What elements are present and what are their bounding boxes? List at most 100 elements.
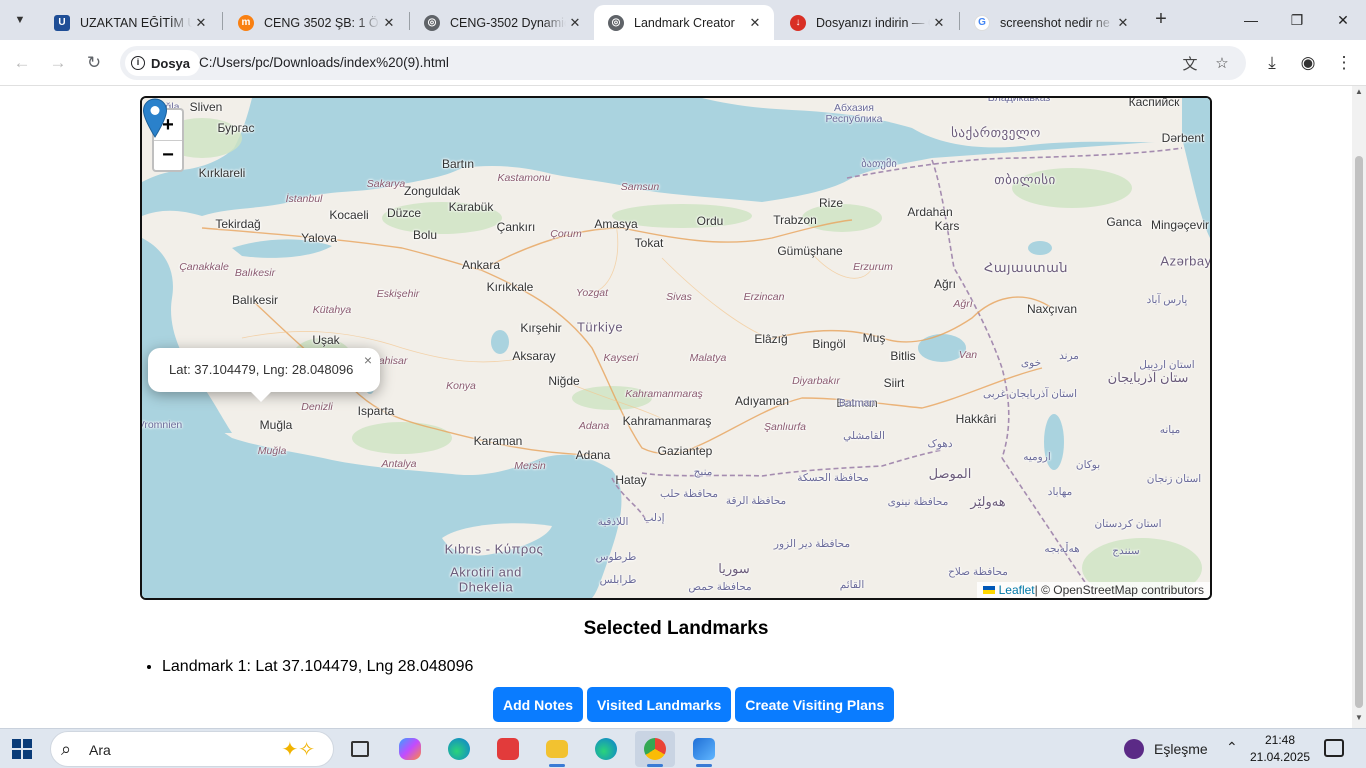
scroll-up-arrow-icon[interactable]: ▲: [1355, 88, 1363, 96]
map-label-prov: Malatya: [689, 352, 727, 364]
search-icon: ⌕: [61, 739, 72, 759]
visited-landmarks-button[interactable]: Visited Landmarks: [587, 687, 732, 722]
map-label-sea: میانه: [1159, 424, 1181, 436]
close-tab-icon[interactable]: ✕: [380, 15, 398, 31]
map-label-sea: محافظة الحسكة: [797, 472, 869, 484]
menu-kebab-icon[interactable]: ⋮: [1331, 50, 1357, 76]
minimize-window-icon[interactable]: —: [1228, 0, 1274, 40]
search-placeholder: Ara: [89, 742, 111, 758]
map-label-prov: Çanakkale: [179, 261, 229, 273]
map-label-sea: القائم: [839, 579, 865, 591]
map-label-prov: İstanbul: [285, 193, 323, 205]
page-scrollbar[interactable]: ▲ ▼: [1352, 86, 1366, 728]
bookmark-star-icon[interactable]: ☆: [1212, 53, 1232, 73]
windows-start-icon[interactable]: [12, 739, 32, 759]
close-tab-icon[interactable]: ✕: [192, 15, 210, 31]
leaflet-map[interactable]: Sliven Бургас Kırklareli Tekirdağ Kocaeli Düz…: [140, 96, 1212, 600]
zoom-out-button[interactable]: −: [154, 140, 182, 170]
restore-window-icon[interactable]: ❐: [1274, 0, 1320, 40]
popup-close-button[interactable]: ×: [364, 352, 372, 368]
chrome-icon[interactable]: [635, 731, 675, 767]
copilot-icon[interactable]: [390, 731, 430, 767]
close-tab-icon[interactable]: ✕: [746, 15, 764, 31]
back-arrow-icon[interactable]: ←: [9, 50, 35, 76]
map-label-city: Dərbent: [1161, 131, 1205, 145]
map-label-city: Каспийск: [1128, 96, 1180, 109]
windows-taskbar: ⌕ Ara ✦✧ Eşleşme ⌃ 21:48 21.04.2025: [0, 728, 1366, 768]
map-label-city: Çankırı: [496, 220, 536, 234]
profile-icon[interactable]: ◉: [1295, 50, 1321, 76]
gift-app-icon[interactable]: [488, 731, 528, 767]
close-tab-icon[interactable]: ✕: [1114, 15, 1132, 31]
leaflet-link[interactable]: Leaflet: [999, 583, 1035, 597]
downloads-icon[interactable]: ⤓: [1259, 50, 1285, 76]
scroll-down-arrow-icon[interactable]: ▼: [1355, 714, 1363, 722]
system-clock[interactable]: 21:48 21.04.2025: [1250, 732, 1310, 766]
map-label-city: Adıyaman: [734, 394, 790, 408]
tray-overflow-chevron-icon[interactable]: ⌃: [1226, 739, 1238, 756]
map-label-country: Dhekelia: [458, 579, 514, 595]
map-label-prov: Sakarya: [366, 178, 406, 190]
map-label-city: Elâzığ: [754, 332, 788, 346]
taskbar-search-box[interactable]: ⌕ Ara ✦✧: [50, 731, 334, 767]
map-label-city: Amasya: [594, 217, 638, 231]
scroll-thumb[interactable]: [1355, 156, 1363, 708]
lake-tuz: [491, 330, 509, 354]
site-info-label: Dosya: [151, 55, 191, 71]
file-explorer-icon[interactable]: [537, 731, 577, 767]
close-window-icon[interactable]: ✕: [1320, 0, 1366, 40]
edge-browser-icon[interactable]: [586, 731, 626, 767]
close-tab-icon[interactable]: ✕: [930, 15, 948, 31]
map-label-country: Kıbrıs - Κύπρος: [444, 541, 544, 557]
tab-ceng-3502-dynamic[interactable]: ◎ CENG-3502 Dynamic Web ✕: [410, 5, 594, 40]
url-text[interactable]: C:/Users/pc/Downloads/index%20(9).html: [199, 55, 449, 70]
map-label-country: سوريا: [718, 561, 750, 576]
map-label-prov: Eskişehir: [376, 288, 420, 300]
map-label-prov: Kayseri: [603, 352, 639, 364]
map-label-sea: استان اردبیل: [1139, 359, 1195, 371]
new-tab-plus-icon[interactable]: +: [1150, 8, 1172, 32]
map-label-city: Karaman: [473, 434, 523, 448]
map-label-city: Düzce: [386, 206, 422, 220]
edge-icon[interactable]: [439, 731, 479, 767]
map-label-prov: Şanlıurfa: [763, 421, 807, 433]
clock-date: 21.04.2025: [1250, 750, 1311, 764]
running-indicator: [647, 764, 663, 767]
map-label-city: Balıkesir: [231, 293, 279, 307]
tab-dosyanizi-indirin[interactable]: ↓ Dosyanızı indirin — Online ✕: [776, 5, 958, 40]
tab-search-chevron-icon[interactable]: ▼: [6, 6, 34, 34]
tray-widget[interactable]: Eşleşme: [1124, 739, 1208, 759]
close-tab-icon[interactable]: ✕: [566, 15, 584, 31]
map-label-sea: مهاباد: [1047, 486, 1073, 498]
map-label-prov: Konya: [446, 380, 476, 392]
clock-time: 21:48: [1264, 733, 1296, 747]
map-marker-pin-icon[interactable]: [142, 98, 168, 138]
task-view-icon[interactable]: [340, 731, 380, 767]
map-label-sea: مرند: [1059, 350, 1079, 362]
map-label-city: Bitlis: [890, 349, 916, 363]
address-bar[interactable]: i Dosya C:/Users/pc/Downloads/index%20(9…: [120, 46, 1246, 80]
create-visiting-plans-button[interactable]: Create Visiting Plans: [735, 687, 895, 722]
map-label-city: Kahramanmaraş: [622, 414, 712, 428]
tab-title: screenshot nedir ne işe yarar: [1000, 15, 1114, 30]
translate-icon[interactable]: ⽂: [1180, 53, 1200, 73]
map-label-sea: طرطوس: [595, 551, 637, 563]
map-label-prov: Diyarbakır: [792, 375, 840, 387]
notification-center-icon[interactable]: [1324, 739, 1344, 757]
tab-screenshot-nedir[interactable]: G screenshot nedir ne işe yarar ✕: [960, 5, 1142, 40]
map-label-prov: Denizli: [301, 401, 333, 413]
section-title: Selected Landmarks: [583, 618, 769, 639]
photos-app-icon[interactable]: [684, 731, 724, 767]
tab-uzaktan-egitim[interactable]: U UZAKTAN EĞİTİM UYGULAMA ✕: [40, 5, 220, 40]
tab-landmark-creator[interactable]: ◎ Landmark Creator ✕: [594, 5, 774, 40]
forward-arrow-icon[interactable]: →: [45, 50, 71, 76]
add-notes-button[interactable]: Add Notes: [493, 687, 583, 722]
map-label-sea: Республика: [825, 113, 883, 125]
map-label-sea: Vromnien: [140, 419, 183, 431]
site-info-chip[interactable]: i Dosya: [125, 50, 201, 76]
map-label-prov: Adana: [578, 420, 610, 432]
tab-ceng-3502-sb[interactable]: m CENG 3502 ŞB: 1 ÖRGÜN ✕: [224, 5, 408, 40]
map-label-prov: Çorum: [550, 228, 582, 240]
reload-icon[interactable]: ↻: [81, 50, 107, 76]
map-label-prov: Kahramanmaraş: [625, 388, 703, 400]
